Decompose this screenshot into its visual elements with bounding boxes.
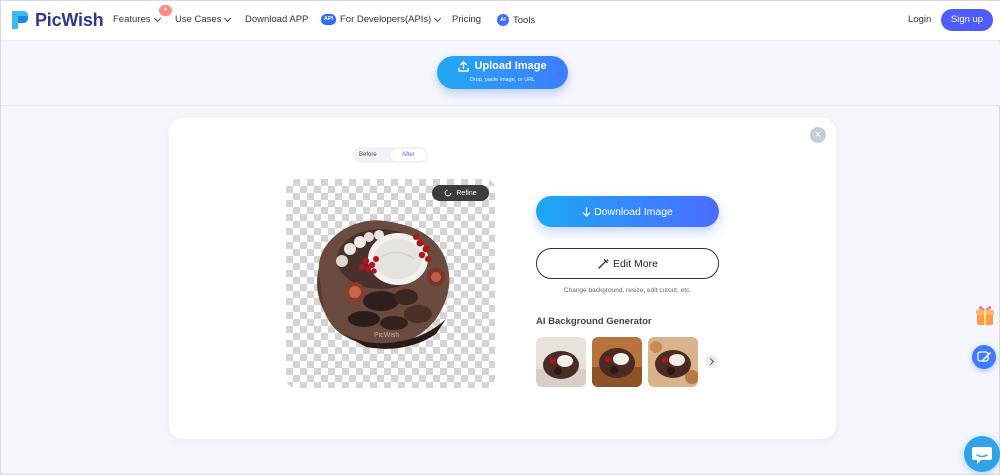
ai-background-title: AI Background Generator [536,316,652,327]
nav-use-cases[interactable]: Use Cases [175,14,232,25]
watermark-text: PicWish [374,332,399,339]
toggle-after[interactable]: After [391,149,426,161]
toggle-before[interactable]: Before [359,152,377,158]
feedback-pencil-icon [977,351,991,362]
upload-band: Upload Image Drop, paste image, or URL [1,42,1000,106]
nav-features-label: Features [113,14,151,25]
result-preview: PicWish Refine [286,179,495,388]
result-card: × Before After PicWish Refine Download I… [169,118,836,439]
close-icon[interactable]: × [810,127,826,143]
upload-label: Upload Image [474,60,547,72]
edit-more-button[interactable]: Edit More [536,248,719,279]
nav-tools[interactable]: AI Tools [497,14,535,26]
nav-developers-label: For Developers(APIs) [340,14,432,25]
nav-tools-label: Tools [513,14,536,26]
nav-pricing[interactable]: Pricing [452,14,481,25]
ai-icon: AI [497,14,509,26]
picwish-logo[interactable]: PicWish [10,9,104,31]
download-arrow-icon [582,206,591,217]
upload-image-button[interactable]: Upload Image Drop, paste image, or URL [437,56,568,89]
background-option-image [592,337,642,387]
chevron-right-icon[interactable] [705,355,718,368]
refine-icon [445,189,452,197]
nav-download-app-label: Download APP [245,14,309,25]
chat-icon[interactable] [964,436,1000,472]
background-thumbnail-2[interactable] [592,337,642,387]
background-thumbnail-1[interactable] [536,337,586,387]
nav-pricing-label: Pricing [452,14,482,25]
download-image-button[interactable]: Download Image [536,196,719,227]
login-link[interactable]: Login [908,14,931,25]
upload-icon [458,60,470,72]
background-option-image [536,337,586,387]
download-label: Download Image [594,205,673,218]
cutout-image: PicWish [317,220,450,349]
edit-more-label: Edit More [613,257,658,270]
nav-features[interactable]: Features [113,14,161,25]
picwish-logo-icon [12,11,28,29]
nav-use-cases-label: Use Cases [175,14,222,25]
edit-caption: Change background, resize, edit cutout, … [563,287,692,294]
signup-button[interactable]: Sign up [941,9,993,31]
top-navbar: PicWish Features ★ Use Cases Download AP… [1,1,1000,41]
gift-icon[interactable] [974,303,996,327]
background-thumbnail-3[interactable] [648,337,698,387]
upload-hint: Drop, paste image, or URL [469,77,536,83]
refine-label: Refine [456,189,477,197]
refine-button[interactable]: Refine [432,185,489,201]
chat-bubble-icon [972,447,992,464]
upload-button-title: Upload Image [437,60,568,72]
background-option-image [648,337,698,387]
api-icon: API [321,14,336,25]
magic-wand-icon [598,258,610,269]
before-after-toggle[interactable]: Before After [353,147,428,163]
chevron-down-icon [434,14,442,22]
nav-developers[interactable]: API For Developers(APIs) [321,14,442,25]
nav-download-app[interactable]: Download APP [245,14,308,25]
feedback-icon[interactable] [972,345,996,369]
chevron-down-icon [153,14,161,22]
brand-name: PicWish [35,9,104,30]
chevron-down-icon [224,14,232,22]
hot-badge: ★ [159,5,172,16]
